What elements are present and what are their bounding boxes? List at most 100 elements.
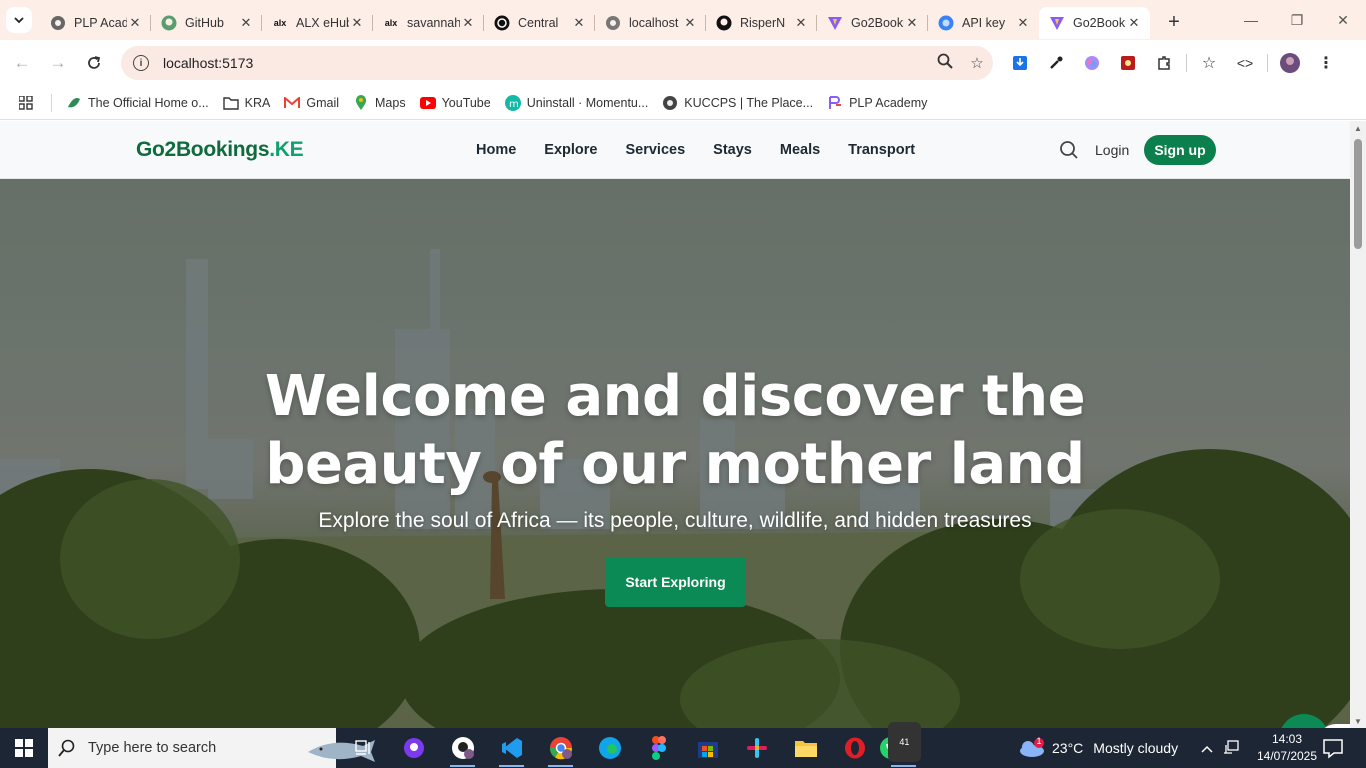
reload-button[interactable] bbox=[76, 45, 112, 81]
chrome-icon[interactable] bbox=[536, 728, 585, 768]
bookmark-item[interactable]: Maps bbox=[353, 94, 406, 111]
browser-tab[interactable]: PLP Academy ✕ bbox=[40, 7, 151, 39]
close-icon[interactable]: ✕ bbox=[682, 15, 698, 31]
notification-center-icon[interactable] bbox=[1320, 736, 1346, 760]
nav-transport[interactable]: Transport bbox=[848, 142, 915, 158]
close-icon[interactable]: ✕ bbox=[1015, 15, 1031, 31]
restore-button[interactable]: ❐ bbox=[1274, 0, 1320, 40]
browser-tab[interactable]: alx ALX eHub ✕ bbox=[261, 7, 373, 39]
minimize-button[interactable]: — bbox=[1228, 0, 1274, 40]
figma-icon[interactable] bbox=[634, 728, 683, 768]
opera-icon[interactable] bbox=[830, 728, 879, 768]
nav-services[interactable]: Services bbox=[625, 142, 685, 158]
close-icon[interactable]: ✕ bbox=[571, 15, 587, 31]
taskbar-search[interactable]: Type here to search bbox=[48, 728, 375, 768]
file-explorer-icon[interactable] bbox=[781, 728, 830, 768]
bookmark-label: Maps bbox=[375, 95, 406, 110]
apps-grid-icon[interactable] bbox=[0, 93, 52, 112]
back-button[interactable]: ← bbox=[4, 45, 40, 81]
start-exploring-button[interactable]: Start Exploring bbox=[605, 557, 746, 607]
tab-title: ALX eHub bbox=[296, 16, 349, 30]
login-link[interactable]: Login bbox=[1095, 142, 1129, 158]
slack-icon[interactable] bbox=[732, 728, 781, 768]
brain-extension-icon[interactable] bbox=[1074, 55, 1110, 71]
globe-icon bbox=[50, 15, 66, 31]
bookmark-item[interactable]: PLP Academy bbox=[827, 95, 927, 111]
zoom-icon[interactable] bbox=[929, 53, 961, 73]
github-icon[interactable] bbox=[438, 728, 487, 768]
folder-icon bbox=[222, 95, 239, 111]
edge-icon[interactable] bbox=[585, 728, 634, 768]
eyedropper-icon[interactable] bbox=[1038, 55, 1074, 71]
site-logo[interactable]: Go2Bookings.KE bbox=[136, 138, 304, 162]
close-icon[interactable]: ✕ bbox=[127, 15, 143, 31]
bookmark-item[interactable]: YouTube bbox=[419, 95, 491, 111]
profile-avatar[interactable] bbox=[1272, 53, 1308, 73]
weather-widget[interactable]: 1 23°C Mostly cloudy bbox=[1018, 728, 1178, 768]
reading-list-icon[interactable]: ☆ bbox=[1191, 53, 1227, 73]
clock-date: 14/07/2025 bbox=[1256, 749, 1318, 763]
devtools-code-icon[interactable]: <> bbox=[1227, 55, 1263, 71]
browser-tab[interactable]: API key ✕ bbox=[927, 7, 1039, 39]
microsoft-store-icon[interactable] bbox=[683, 728, 732, 768]
browser-tab-active[interactable]: Go2Bookings ✕ bbox=[1039, 7, 1150, 39]
search-icon[interactable] bbox=[1059, 140, 1079, 160]
extensions-puzzle-icon[interactable] bbox=[1146, 55, 1182, 71]
url-text[interactable]: localhost:5173 bbox=[163, 55, 929, 71]
close-icon[interactable]: ✕ bbox=[1126, 15, 1142, 31]
new-tab-button[interactable]: + bbox=[1160, 8, 1188, 36]
github-icon bbox=[716, 15, 732, 31]
cloudy-weather-icon: 1 bbox=[1018, 736, 1046, 758]
browser-tab[interactable]: Go2Bookings ✕ bbox=[816, 7, 928, 39]
toolbar-divider bbox=[1186, 54, 1187, 72]
close-icon[interactable]: ✕ bbox=[349, 15, 365, 31]
close-window-button[interactable]: ✕ bbox=[1320, 0, 1366, 40]
bookmark-star-icon[interactable]: ☆ bbox=[961, 54, 993, 72]
page-scrollbar[interactable]: ▲ ▼ bbox=[1350, 121, 1366, 728]
address-bar[interactable]: i localhost:5173 ☆ bbox=[121, 46, 993, 80]
windows-logo-icon bbox=[15, 739, 33, 757]
red-extension-icon[interactable] bbox=[1110, 55, 1146, 71]
vscode-icon[interactable] bbox=[487, 728, 536, 768]
close-icon[interactable]: ✕ bbox=[238, 15, 254, 31]
bookmark-item[interactable]: The Official Home o... bbox=[66, 95, 209, 111]
browser-tab[interactable]: localhost ✕ bbox=[594, 7, 706, 39]
close-icon[interactable]: ✕ bbox=[904, 15, 920, 31]
download-icon[interactable] bbox=[1002, 55, 1038, 71]
browser-tab[interactable]: GitHub ✕ bbox=[150, 7, 262, 39]
tab-search-button[interactable] bbox=[6, 7, 32, 33]
chevron-up-icon[interactable] bbox=[1196, 741, 1218, 756]
scroll-down-arrow[interactable]: ▼ bbox=[1350, 714, 1366, 728]
task-view-icon[interactable] bbox=[340, 728, 389, 768]
bookmark-item[interactable]: KRA bbox=[222, 95, 270, 111]
kebab-menu-icon[interactable]: ⋮ bbox=[1308, 53, 1344, 73]
maps-icon bbox=[353, 94, 369, 111]
forward-button[interactable]: → bbox=[40, 45, 76, 81]
bookmark-label: Uninstall · Momentu... bbox=[526, 95, 649, 110]
close-icon[interactable]: ✕ bbox=[793, 15, 809, 31]
nav-explore[interactable]: Explore bbox=[544, 142, 597, 158]
scroll-thumb[interactable] bbox=[1354, 139, 1362, 249]
bookmark-item[interactable]: Gmail bbox=[284, 95, 339, 111]
github-desktop-icon[interactable] bbox=[389, 728, 438, 768]
system-clock[interactable]: 14:03 14/07/2025 bbox=[1255, 731, 1319, 765]
hero-title: Welcome and discover the beauty of our m… bbox=[0, 363, 1350, 499]
scroll-up-arrow[interactable]: ▲ bbox=[1350, 121, 1366, 135]
bookmark-item[interactable]: m Uninstall · Momentu... bbox=[504, 94, 649, 111]
site-info-icon[interactable]: i bbox=[133, 55, 149, 71]
signup-button[interactable]: Sign up bbox=[1144, 135, 1216, 165]
bookmark-label: The Official Home o... bbox=[88, 95, 209, 110]
nav-meals[interactable]: Meals bbox=[780, 142, 820, 158]
window-controls: — ❐ ✕ bbox=[1228, 0, 1366, 40]
browser-tab[interactable]: alx savannah ✕ bbox=[372, 7, 484, 39]
nav-home[interactable]: Home bbox=[476, 142, 516, 158]
network-icon[interactable] bbox=[1218, 739, 1246, 757]
browser-tab[interactable]: RisperN ✕ bbox=[705, 7, 817, 39]
bookmark-item[interactable]: KUCCPS | The Place... bbox=[662, 95, 813, 111]
start-button[interactable] bbox=[0, 728, 48, 768]
openai-icon bbox=[494, 15, 510, 31]
whatsapp-icon[interactable]: 41 bbox=[879, 722, 928, 768]
nav-stays[interactable]: Stays bbox=[713, 142, 752, 158]
browser-tab[interactable]: Central ✕ bbox=[483, 7, 595, 39]
close-icon[interactable]: ✕ bbox=[460, 15, 476, 31]
